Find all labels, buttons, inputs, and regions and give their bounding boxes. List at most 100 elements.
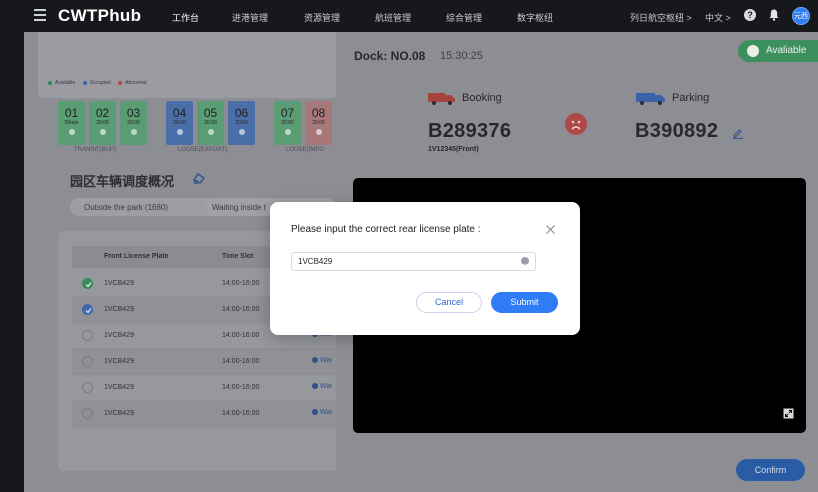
- dock-time: 50min: [64, 120, 79, 126]
- status-legend: Available Occupied Abnormal: [48, 80, 147, 86]
- fullscreen-icon[interactable]: [783, 408, 794, 419]
- row-time-slot: 14:00-16:00: [222, 280, 260, 287]
- legend-available: Available: [55, 80, 76, 86]
- dock-tile-04[interactable]: 04 20:00: [166, 101, 193, 145]
- dock-tile-03[interactable]: 03 20:00: [120, 101, 147, 145]
- nav-resources[interactable]: 资源管理: [304, 11, 340, 24]
- table-row[interactable]: 1VCB429 14:00-16:00 Wai: [72, 349, 336, 375]
- row-plate: 1VCB429: [104, 332, 134, 339]
- group-label-import: LOOSE(IMPO: [286, 147, 325, 153]
- dock-num: 06: [234, 106, 249, 120]
- dock-tile-05[interactable]: 05 20:00: [197, 101, 224, 145]
- row-plate: 1VCB429: [104, 410, 134, 417]
- nav-flights[interactable]: 航班管理: [375, 11, 411, 24]
- row-time-slot: 14:00-16:00: [222, 384, 260, 391]
- booking-front-plate: 1V12345(Front): [428, 146, 479, 153]
- mismatch-sad-face-icon: [565, 113, 587, 135]
- booking-plate: B289376: [428, 120, 512, 142]
- close-icon[interactable]: [545, 224, 556, 235]
- dock-time: 20:00: [312, 120, 325, 126]
- booking-label: Booking: [462, 92, 502, 104]
- nav-general[interactable]: 综合管理: [446, 11, 482, 24]
- dock-tile-02[interactable]: 02 20:00: [89, 101, 116, 145]
- dock-time: 20:00: [281, 120, 294, 126]
- clear-input-icon[interactable]: [521, 257, 529, 269]
- occupied-dot-icon: [82, 80, 87, 85]
- row-wait-status: Wai: [312, 409, 332, 416]
- dispatch-icon[interactable]: [192, 171, 206, 185]
- dock-num: 03: [126, 106, 141, 120]
- parking-label: Parking: [672, 92, 710, 104]
- row-time-slot: 14:00-16:00: [222, 306, 260, 313]
- table-row[interactable]: 1VCB429 14:00-16:00 Wai: [72, 401, 336, 427]
- radio-icon[interactable]: [82, 408, 93, 419]
- clock-icon: [312, 383, 318, 390]
- dock-tile-08[interactable]: 08 20:00: [305, 101, 332, 145]
- dock-num: 08: [311, 106, 326, 120]
- dock-time: 20:00: [127, 120, 140, 126]
- nav-import[interactable]: 进港管理: [232, 11, 268, 24]
- tab-outside-park[interactable]: Outside the park (1680): [84, 203, 168, 212]
- clock-icon: [312, 409, 318, 416]
- dock-num: 02: [95, 106, 110, 120]
- cancel-button[interactable]: Cancel: [416, 292, 482, 313]
- booking-truck-icon: [428, 93, 455, 105]
- nav-digital-hub[interactable]: 数字枢纽: [517, 11, 553, 24]
- column-front-plate: Front License Plate: [104, 253, 169, 260]
- row-wait-text: Wai: [320, 383, 332, 390]
- clock-icon: [312, 357, 318, 364]
- dock-title: Dock: NO.08: [354, 49, 426, 63]
- help-icon[interactable]: ?: [744, 9, 756, 21]
- confirm-button[interactable]: Confirm: [736, 459, 805, 481]
- edit-pencil-icon[interactable]: [732, 127, 744, 139]
- row-plate: 1VCB429: [104, 358, 134, 365]
- top-bar: CWTPhub 工作台 进港管理 资源管理 航班管理 综合管理 数字枢纽 列日航…: [24, 0, 818, 35]
- dock-num: 01: [64, 106, 79, 120]
- column-time-slot: Time Slot: [222, 253, 254, 260]
- rear-plate-input[interactable]: 1VCB429: [291, 252, 536, 271]
- row-wait-text: Wai: [320, 357, 332, 364]
- row-plate: 1VCB429: [104, 384, 134, 391]
- dock-time: 15:30:25: [440, 50, 483, 62]
- avatar[interactable]: 元西: [792, 7, 810, 25]
- legend-card: [38, 32, 336, 98]
- check-icon[interactable]: [82, 304, 93, 315]
- status-badge-label: Avaliable: [766, 45, 807, 56]
- bell-icon[interactable]: [769, 9, 779, 21]
- radio-icon[interactable]: [82, 382, 93, 393]
- row-wait-text: Wai: [320, 409, 332, 416]
- table-row[interactable]: 1VCB429 14:00-16:00 Wai: [72, 375, 336, 401]
- dock-tile-06[interactable]: 06 20:00: [228, 101, 255, 145]
- hub-selector[interactable]: 列日航空枢纽 >: [630, 11, 692, 24]
- row-time-slot: 14:00-16:00: [222, 410, 260, 417]
- status-badge: Avaliable: [738, 40, 818, 62]
- row-wait-status: Wai: [312, 357, 332, 364]
- dock-tile-01[interactable]: 01 50min: [58, 101, 85, 145]
- radio-icon[interactable]: [82, 330, 93, 341]
- app-logo: CWTPhub: [58, 6, 142, 25]
- row-plate: 1VCB429: [104, 280, 134, 287]
- dock-status-icon: [68, 129, 75, 135]
- dock-time: 20:00: [204, 120, 217, 126]
- dock-num: 04: [172, 106, 187, 120]
- row-time-slot: 14:00-16:00: [222, 358, 260, 365]
- nav-workbench[interactable]: 工作台: [172, 11, 200, 35]
- radio-icon[interactable]: [82, 356, 93, 367]
- row-plate: 1VCB429: [104, 306, 134, 313]
- dock-status-icon: [130, 129, 137, 135]
- dialog-title: Please input the correct rear license pl…: [291, 224, 481, 235]
- hamburger-menu-icon[interactable]: [34, 9, 46, 23]
- group-label-export: LOOSE(EXPORT): [178, 147, 228, 153]
- row-time-slot: 14:00-16:00: [222, 332, 260, 339]
- tab-waiting-inside[interactable]: Waiting inside t: [212, 203, 266, 212]
- dock-status-icon: [207, 129, 214, 135]
- dock-num: 05: [203, 106, 218, 120]
- check-icon[interactable]: [82, 278, 93, 289]
- rear-plate-dialog: Please input the correct rear license pl…: [270, 202, 580, 335]
- dock-status-icon: [284, 129, 291, 135]
- check-circle-icon: [747, 45, 759, 57]
- dock-tile-07[interactable]: 07 20:00: [274, 101, 301, 145]
- dock-num: 07: [280, 106, 295, 120]
- language-selector[interactable]: 中文 >: [705, 11, 731, 24]
- submit-button[interactable]: Submit: [491, 292, 558, 313]
